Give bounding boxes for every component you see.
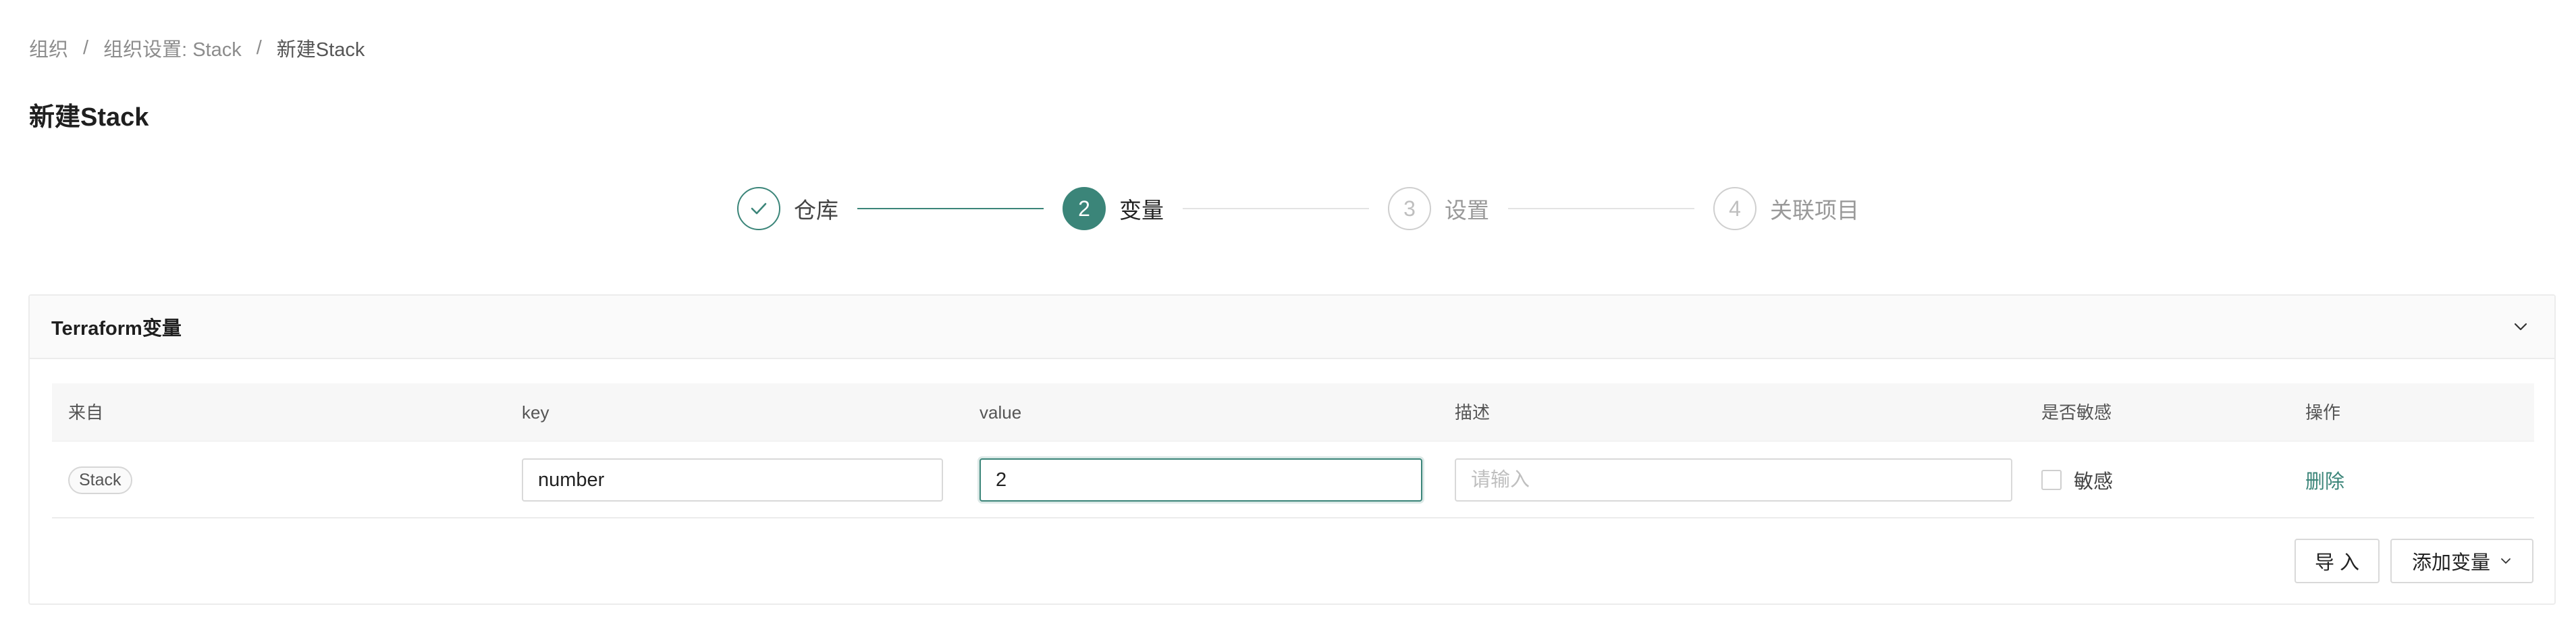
step-title: 设置: [1445, 198, 1489, 223]
column-header-source: 来自: [68, 402, 104, 423]
chevron-down-icon[interactable]: [2508, 315, 2533, 339]
variables-table: 来自 key value 描述 是否敏感 操作 Stack 敏: [52, 383, 2534, 518]
add-variable-button[interactable]: 添加变量: [2390, 539, 2533, 583]
sensitive-checkbox[interactable]: 敏感: [2041, 466, 2113, 494]
terraform-variables-panel: Terraform变量 来自 key value 描述 是否敏感 操作 Stac…: [28, 294, 2556, 605]
page-title: 新建Stack: [29, 103, 149, 132]
check-icon: [737, 187, 780, 230]
delete-link[interactable]: 删除: [2305, 466, 2344, 494]
breadcrumb-separator: /: [256, 36, 262, 59]
key-input[interactable]: [522, 458, 943, 502]
step-title: 变量: [1119, 198, 1164, 223]
panel-title: Terraform变量: [51, 318, 182, 340]
breadcrumb-separator: /: [83, 36, 89, 59]
step-number: 2: [1063, 187, 1106, 230]
table-header: 来自 key value 描述 是否敏感 操作: [52, 383, 2534, 441]
sensitive-label: 敏感: [2074, 471, 2114, 493]
step-connector: [857, 208, 1044, 209]
panel-header[interactable]: Terraform变量: [30, 296, 2554, 359]
breadcrumb-item-org[interactable]: 组织: [29, 34, 68, 62]
column-header-value: value: [980, 402, 1022, 423]
add-variable-label: 添加变量: [2411, 552, 2490, 574]
column-header-key: key: [522, 402, 549, 423]
checkbox-box[interactable]: [2041, 470, 2062, 490]
value-input[interactable]: [980, 458, 1422, 502]
step-title: 关联项目: [1770, 198, 1859, 223]
description-input[interactable]: [1455, 458, 2012, 502]
step-settings: 3 设置: [1388, 186, 1489, 231]
chevron-down-icon: [2500, 555, 2512, 567]
import-button[interactable]: 导 入: [2295, 539, 2380, 583]
step-link-projects: 4 关联项目: [1713, 186, 1859, 231]
step-title: 仓库: [794, 198, 838, 223]
breadcrumb-item-org-settings[interactable]: 组织设置: Stack: [103, 34, 242, 62]
column-header-description: 描述: [1455, 402, 1491, 423]
column-header-sensitive: 是否敏感: [2041, 402, 2112, 423]
step-connector: [1183, 208, 1369, 209]
table-row: Stack 敏感 删除: [52, 441, 2534, 518]
steps: 仓库 2 变量 3 设置 4 关联项目: [0, 186, 2576, 231]
column-header-actions: 操作: [2305, 402, 2341, 423]
step-number: 4: [1713, 187, 1756, 230]
breadcrumb-item-current: 新建Stack: [276, 39, 365, 61]
step-repository: 仓库: [737, 186, 838, 231]
step-number: 3: [1388, 187, 1431, 230]
step-connector: [1508, 208, 1694, 209]
step-variables: 2 变量: [1063, 186, 1164, 231]
source-tag: Stack: [68, 466, 132, 494]
breadcrumb: 组织 / 组织设置: Stack / 新建Stack: [29, 34, 365, 62]
